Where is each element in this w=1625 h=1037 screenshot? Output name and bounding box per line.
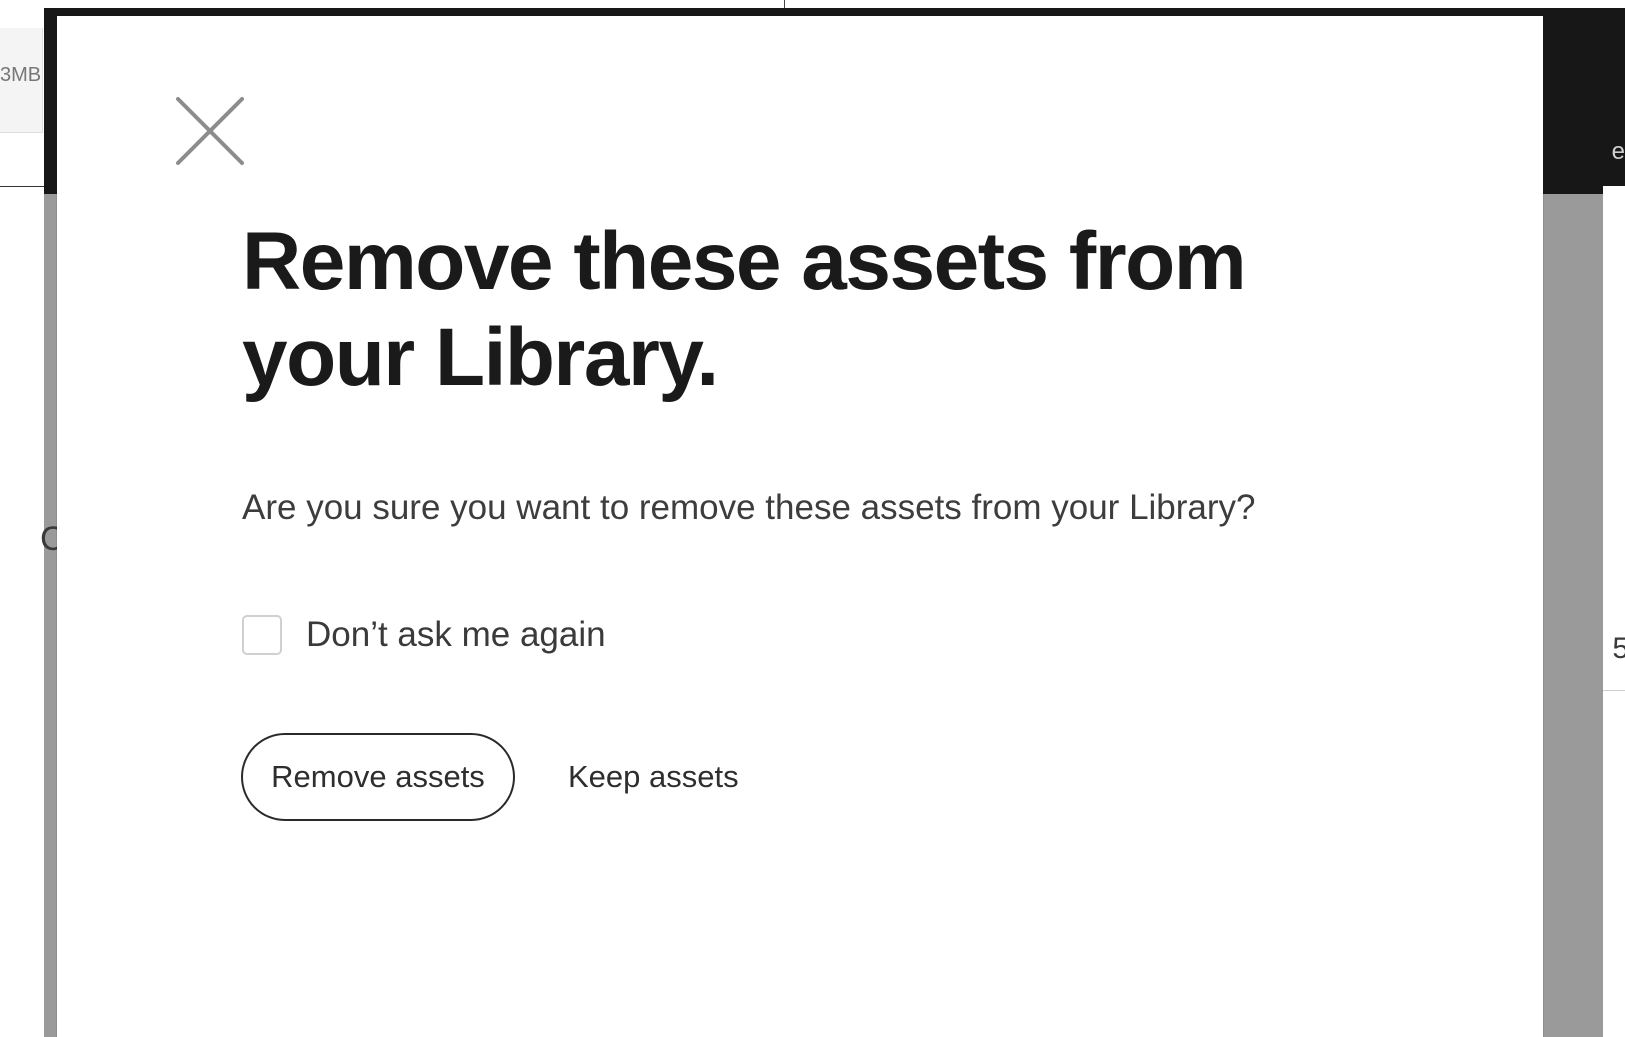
dialog-title: Remove these assets from your Library. bbox=[242, 216, 1247, 403]
background-left-panel: 3MB bbox=[0, 0, 44, 187]
background-header-text: e bbox=[1611, 138, 1625, 165]
background-right-column: 5 bbox=[1603, 186, 1625, 1037]
background-file-card: 3MB bbox=[0, 28, 43, 133]
dont-ask-again-checkbox[interactable] bbox=[242, 615, 282, 655]
background-text-fragment: 5 bbox=[1612, 632, 1625, 665]
remove-assets-button[interactable]: Remove assets bbox=[241, 733, 515, 821]
dialog-description: Are you sure you want to remove these as… bbox=[242, 488, 1256, 527]
dont-ask-again-option[interactable]: Don’t ask me again bbox=[242, 612, 606, 658]
dont-ask-again-label[interactable]: Don’t ask me again bbox=[306, 615, 606, 655]
keep-assets-button[interactable]: Keep assets bbox=[548, 733, 759, 821]
close-button[interactable] bbox=[169, 90, 249, 170]
background-file-size: 3MB bbox=[0, 64, 42, 86]
background-row-divider bbox=[1603, 690, 1625, 691]
close-icon bbox=[169, 90, 249, 170]
